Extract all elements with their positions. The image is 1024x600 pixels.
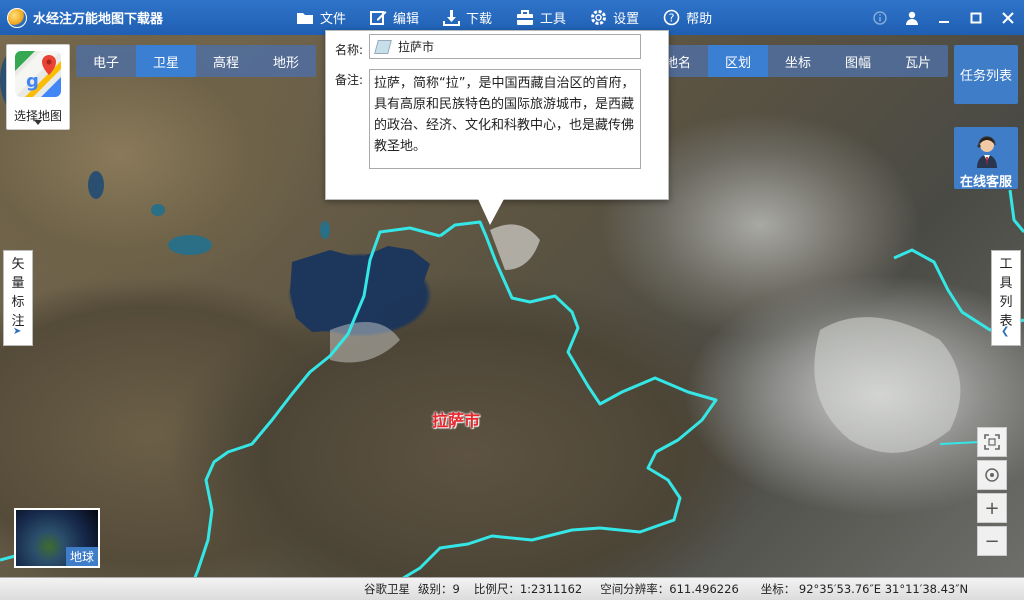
folder-icon bbox=[297, 13, 313, 24]
info-button[interactable] bbox=[864, 0, 896, 35]
google-maps-icon: g bbox=[15, 51, 61, 97]
maximize-icon bbox=[970, 12, 982, 23]
task-list-button[interactable]: 任务列表 bbox=[954, 45, 1018, 104]
plus-icon: + bbox=[984, 497, 1000, 519]
status-scale: 比例尺：1:2311162 bbox=[473, 582, 583, 596]
online-support-button[interactable]: 在线客服 bbox=[954, 127, 1018, 190]
tab-coordinates[interactable]: 坐标 bbox=[768, 45, 828, 77]
city-label: 拉萨市 bbox=[432, 411, 481, 430]
snow-patch bbox=[814, 317, 961, 453]
vector-annotation-label: 矢量标注 bbox=[11, 257, 25, 329]
region-boundary bbox=[939, 441, 981, 445]
user-button[interactable] bbox=[896, 0, 928, 35]
tab-tiles[interactable]: 瓦片 bbox=[888, 45, 948, 77]
layer-tabs: 地名 区划 坐标 图幅 瓦片 bbox=[648, 45, 948, 77]
lake-shape bbox=[168, 235, 212, 255]
user-icon bbox=[906, 11, 918, 25]
close-icon bbox=[1002, 11, 1014, 24]
fullscreen-button[interactable] bbox=[977, 427, 1007, 457]
vector-annotation-tab[interactable]: 矢量标注 ➤ bbox=[3, 250, 33, 346]
tab-elevation[interactable]: 高程 bbox=[196, 45, 256, 77]
lake-shape bbox=[151, 204, 165, 216]
map-type-tabs: 电子 卫星 高程 地形 bbox=[76, 45, 316, 77]
status-bar: 谷歌卫星 级别：9 比例尺：1:2311162 空间分辨率：611.496226… bbox=[0, 577, 1024, 600]
chevron-down-icon bbox=[34, 120, 42, 125]
select-map-button[interactable]: g 选择地图 bbox=[6, 44, 70, 130]
svg-text:g: g bbox=[26, 71, 39, 92]
menu-edit-label: 编辑 bbox=[393, 12, 420, 27]
menu-help-label: 帮助 bbox=[686, 12, 713, 27]
tab-satellite[interactable]: 卫星 bbox=[136, 45, 196, 77]
app-title: 水经注万能地图下载器 bbox=[33, 12, 164, 27]
tools-list-tab[interactable]: 工具列表 ❮ bbox=[991, 250, 1021, 346]
zoom-in-button[interactable]: + bbox=[977, 493, 1007, 523]
app-logo-icon bbox=[7, 7, 27, 28]
minimize-button[interactable] bbox=[928, 0, 960, 35]
globe-label: 地球 bbox=[65, 547, 98, 566]
lake-shape bbox=[88, 171, 104, 199]
locate-icon bbox=[985, 468, 999, 482]
status-zoom-level: 级别：9 bbox=[418, 582, 460, 596]
status-coordinates: 坐标： 92°35′53.76″E 31°11′38.43″N bbox=[760, 582, 969, 596]
menu-tools-label: 工具 bbox=[540, 12, 567, 27]
menu-settings-label: 设置 bbox=[613, 12, 640, 27]
chevron-left-icon: ❮ bbox=[1001, 326, 1010, 337]
globe-view-button[interactable]: 地球 bbox=[14, 508, 100, 568]
toolbox-icon bbox=[517, 9, 534, 25]
minus-icon: − bbox=[984, 530, 1000, 552]
task-list-label: 任务列表 bbox=[959, 69, 1012, 84]
tab-electronic[interactable]: 电子 bbox=[76, 45, 136, 77]
close-button[interactable] bbox=[992, 0, 1024, 35]
chevron-right-icon: ➤ bbox=[13, 326, 22, 337]
name-value: 拉萨市 bbox=[398, 40, 435, 54]
svg-text:?: ? bbox=[669, 12, 675, 25]
minimize-icon bbox=[939, 20, 949, 23]
tools-list-label: 工具列表 bbox=[999, 257, 1013, 329]
gear-icon bbox=[591, 10, 607, 25]
zoom-out-button[interactable]: − bbox=[977, 526, 1007, 556]
window-controls bbox=[864, 0, 1024, 35]
status-map-source: 谷歌卫星 bbox=[364, 582, 410, 596]
info-icon bbox=[873, 10, 887, 25]
fullscreen-icon bbox=[984, 434, 1000, 450]
region-boundary bbox=[1008, 189, 1024, 233]
status-resolution: 空间分辨率：611.496226 bbox=[600, 582, 739, 596]
note-label: 备注: bbox=[335, 73, 364, 87]
edit-icon bbox=[370, 11, 387, 25]
tab-sheets[interactable]: 图幅 bbox=[828, 45, 888, 77]
menu-download-label: 下载 bbox=[466, 12, 493, 27]
tab-terrain[interactable]: 地形 bbox=[256, 45, 316, 77]
feature-info-popup: 名称: 拉萨市 备注: 拉萨，简称“拉”，是中国西藏自治区的首府，具有高原和民族… bbox=[325, 30, 669, 225]
maximize-button[interactable] bbox=[960, 0, 992, 35]
tab-divisions[interactable]: 区划 bbox=[708, 45, 768, 77]
support-agent-icon bbox=[977, 136, 997, 168]
download-icon bbox=[443, 10, 461, 26]
online-support-label: 在线客服 bbox=[959, 175, 1012, 190]
lake-shape bbox=[320, 221, 330, 239]
name-field[interactable]: 拉萨市 bbox=[369, 34, 641, 59]
note-field[interactable]: 拉萨，简称“拉”，是中国西藏自治区的首府，具有高原和民族特色的国际旅游城市，是西… bbox=[369, 69, 641, 169]
name-label: 名称: bbox=[335, 43, 364, 57]
locate-button[interactable] bbox=[977, 460, 1007, 490]
help-icon: ? bbox=[663, 9, 680, 26]
popup-pointer bbox=[478, 199, 504, 225]
lake-shape bbox=[290, 246, 430, 332]
menu-file-label: 文件 bbox=[320, 12, 347, 27]
polygon-icon bbox=[374, 39, 392, 54]
